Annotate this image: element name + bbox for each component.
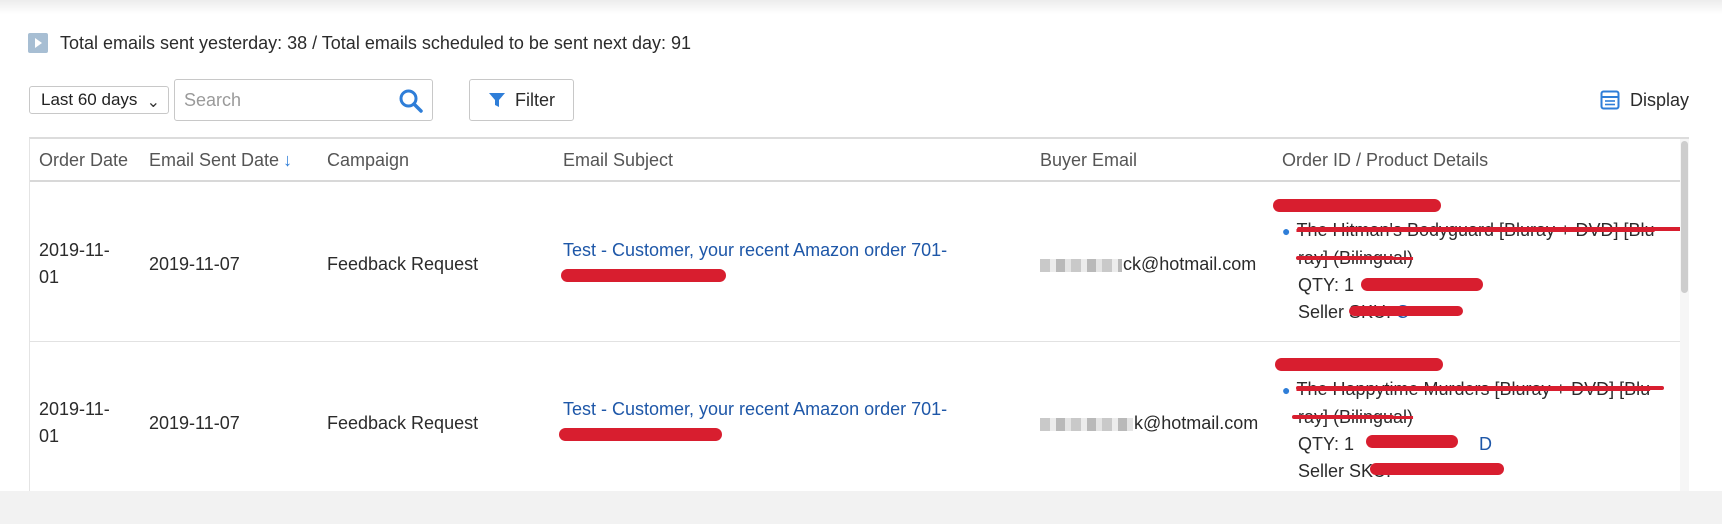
redaction-mark <box>1297 227 1689 231</box>
order-date-cell: 2019-11- 01 <box>39 396 110 450</box>
redaction-mark <box>1296 256 1394 260</box>
display-button[interactable]: Display <box>1600 87 1689 113</box>
email-sent-date-cell: 2019-11-07 <box>149 413 240 433</box>
filter-label: Filter <box>515 89 555 110</box>
email-summary-text: Total emails sent yesterday: 38 / Total … <box>60 32 692 53</box>
column-header-email-sent-date[interactable]: Email Sent Date ↓ <box>149 150 292 171</box>
sort-arrow-down-icon: ↓ <box>283 150 293 170</box>
buyer-email-text: ck@hotmail.com <box>1123 254 1257 274</box>
search-input[interactable] <box>184 88 384 112</box>
display-icon <box>1600 90 1620 110</box>
redaction-mark <box>1275 358 1443 371</box>
bullet-icon: ● <box>1282 382 1291 398</box>
redaction-mark <box>1349 306 1463 316</box>
column-header-email-subject[interactable]: Email Subject <box>563 150 673 171</box>
column-header-order-product[interactable]: Order ID / Product Details <box>1282 150 1488 171</box>
email-subject-link[interactable]: Test - Customer, your recent Amazon orde… <box>563 237 947 264</box>
search-icon[interactable] <box>398 88 424 114</box>
filter-button[interactable]: Filter <box>469 79 574 121</box>
buyer-email-text: k@hotmail.com <box>1134 413 1259 433</box>
email-subject-link[interactable]: Test - Customer, your recent Amazon orde… <box>563 396 947 423</box>
email-subject-text: Test - Customer, your recent Amazon orde… <box>563 240 948 260</box>
date-range-value: Last 60 days <box>41 90 138 109</box>
column-header-campaign[interactable]: Campaign <box>327 150 409 171</box>
buyer-email-cell: k@hotmail.com <box>1040 413 1258 434</box>
top-shadow <box>0 0 1722 14</box>
order-date-part: 01 <box>39 426 60 446</box>
email-sent-date-cell: 2019-11-07 <box>149 254 240 274</box>
seller-sku-line: Seller SKU: C <box>1282 299 1655 326</box>
email-subject-text: Test - Customer, your recent Amazon orde… <box>563 399 948 419</box>
play-icon[interactable] <box>28 33 48 53</box>
column-header-email-sent-date-label: Email Sent Date <box>149 150 280 170</box>
orders-table: Order Date Email Sent Date ↓ Campaign Ema… <box>29 137 1689 491</box>
campaign-cell: Feedback Request <box>327 254 479 274</box>
redaction-mark <box>1370 463 1504 475</box>
bullet-icon: ● <box>1282 223 1291 239</box>
qty-label: QTY: 1 <box>1298 434 1355 454</box>
redaction-mark <box>1361 278 1483 291</box>
redaction-mark <box>1296 386 1664 390</box>
asin-link[interactable]: D <box>1479 431 1492 458</box>
redaction-mark <box>559 428 722 441</box>
page: Total emails sent yesterday: 38 / Total … <box>0 0 1722 524</box>
vertical-scrollbar[interactable] <box>1680 139 1689 491</box>
product-title-line: ●The Hitman's Bodyguard [Bluray + DVD] [… <box>1282 217 1655 245</box>
product-details-cell: ●The Hitman's Bodyguard [Bluray + DVD] [… <box>1282 217 1655 326</box>
column-header-buyer-email[interactable]: Buyer Email <box>1040 150 1137 171</box>
order-date-part: 2019-11- <box>39 240 110 260</box>
redaction-mark <box>1273 199 1441 212</box>
order-date-cell: 2019-11- 01 <box>39 237 110 291</box>
table-row[interactable]: 2019-11- 01 2019-11-07 Feedback Request … <box>30 184 1689 342</box>
search-box <box>174 79 433 121</box>
qty-line: QTY: 1 D <box>1282 431 1650 458</box>
buyer-email-cell: ck@hotmail.com <box>1040 254 1256 275</box>
display-label: Display <box>1629 89 1689 110</box>
toolbar: Last 60 days ⌄ Filter Display <box>29 79 1689 121</box>
scrollbar-thumb[interactable] <box>1681 141 1688 293</box>
order-date-part: 2019-11- <box>39 399 110 419</box>
product-title-line: ●The Happytime Murders [Bluray + DVD] [B… <box>1282 376 1650 404</box>
column-header-order-date[interactable]: Order Date <box>39 150 128 171</box>
chevron-down-icon: ⌄ <box>144 90 160 113</box>
redaction-mark <box>1366 435 1458 448</box>
table-row[interactable]: 2019-11- 01 2019-11-07 Feedback Request … <box>30 343 1680 491</box>
order-date-part: 01 <box>39 267 60 287</box>
redaction-mark <box>1292 415 1394 419</box>
obscured-email-prefix <box>1040 417 1133 431</box>
table-header: Order Date Email Sent Date ↓ Campaign Ema… <box>30 139 1680 182</box>
date-range-select[interactable]: Last 60 days ⌄ <box>29 86 169 114</box>
email-summary: Total emails sent yesterday: 38 / Total … <box>28 32 691 54</box>
campaign-cell: Feedback Request <box>327 413 479 433</box>
filter-icon <box>489 93 505 107</box>
bottom-band <box>0 491 1722 524</box>
redaction-mark <box>561 269 726 282</box>
obscured-email-prefix <box>1040 258 1122 272</box>
